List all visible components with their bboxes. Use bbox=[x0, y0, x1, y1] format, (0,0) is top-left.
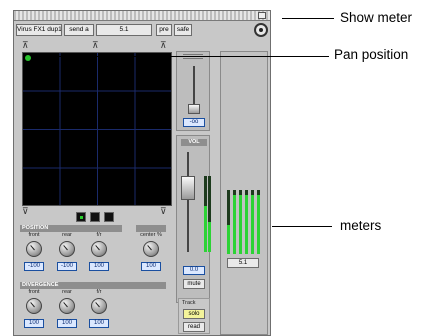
speaker-right-icon: ⊼ bbox=[160, 40, 167, 50]
divergence-rear-knob[interactable] bbox=[59, 298, 75, 314]
speaker-right-surround-icon: ⊽ bbox=[160, 206, 167, 216]
position-front-knob[interactable] bbox=[26, 241, 42, 257]
pan-output-window: Virus FX1 dup1 send a 5.1 pre safe ⊼ ⊼ ⊼… bbox=[13, 10, 271, 336]
output-meter-channel bbox=[233, 190, 236, 254]
output-meter-channel bbox=[251, 190, 254, 254]
track-panel: Track solo read bbox=[178, 298, 210, 334]
divergence-rear-label: rear bbox=[62, 289, 72, 295]
lfe-panel: -oo bbox=[176, 51, 210, 131]
divergence-front-label: front bbox=[28, 289, 40, 295]
vol-value[interactable]: 0.0 bbox=[183, 266, 205, 275]
divergence-fr-knob[interactable] bbox=[91, 298, 107, 314]
mute-button[interactable]: mute bbox=[183, 279, 205, 289]
track-label: Track bbox=[182, 300, 196, 306]
speaker-left-icon: ⊼ bbox=[22, 40, 29, 50]
center-percent-label: center % bbox=[140, 232, 162, 238]
position-fr-label: f/r bbox=[96, 232, 102, 238]
pre-button[interactable]: pre bbox=[156, 24, 172, 36]
safe-button[interactable]: safe bbox=[174, 24, 192, 36]
position-fr-knob[interactable] bbox=[91, 241, 107, 257]
divergence-front-knob[interactable] bbox=[26, 298, 42, 314]
vol-panel: VOL 0.0 mute bbox=[176, 135, 211, 303]
position-rear-value[interactable]: -100 bbox=[57, 262, 77, 271]
meters-callout-line bbox=[272, 226, 332, 227]
automation-read-button[interactable]: read bbox=[183, 322, 205, 332]
send-selector[interactable]: send a bbox=[64, 24, 94, 36]
output-meter-channel bbox=[227, 190, 230, 254]
show-meter-callout-line bbox=[282, 18, 334, 19]
divergence-front-value[interactable]: 100 bbox=[24, 319, 44, 328]
position-rear-knob[interactable] bbox=[59, 241, 75, 257]
lfe-fader-cap[interactable] bbox=[188, 104, 200, 114]
position-section-title: POSITION bbox=[20, 225, 122, 232]
output-meter-channel bbox=[257, 190, 260, 254]
window-toolbar: Virus FX1 dup1 send a 5.1 pre safe bbox=[16, 24, 268, 38]
solo-button[interactable]: solo bbox=[183, 309, 205, 319]
vol-fader-track bbox=[187, 152, 189, 252]
divergence-fr-label: f/r bbox=[96, 289, 102, 295]
center-percent-knob[interactable] bbox=[143, 241, 159, 257]
speaker-center-icon: ⊼ bbox=[92, 40, 99, 50]
pan-position-callout-line bbox=[37, 56, 329, 57]
position-front-label: front bbox=[28, 232, 40, 238]
divergence-rear-value[interactable]: 100 bbox=[57, 319, 77, 328]
center-percent-value[interactable]: 100 bbox=[141, 262, 161, 271]
pan-position-annotation: Pan position bbox=[334, 47, 409, 62]
position-front-value[interactable]: -100 bbox=[24, 262, 44, 271]
speaker-left-surround-icon: ⊽ bbox=[22, 206, 29, 216]
center-section-header bbox=[136, 225, 166, 232]
show-meter-toggle[interactable] bbox=[258, 12, 266, 19]
meters-annotation: meters bbox=[340, 218, 382, 233]
vol-label: VOL bbox=[181, 139, 207, 146]
output-meter-channel bbox=[245, 190, 248, 254]
output-meter-channel bbox=[239, 190, 242, 254]
link-icon[interactable] bbox=[104, 212, 114, 222]
vol-meter-right bbox=[208, 176, 211, 252]
bypass-power-icon[interactable] bbox=[254, 23, 268, 37]
show-meter-annotation: Show meter bbox=[340, 10, 413, 25]
pan-grid[interactable] bbox=[22, 52, 172, 206]
output-format-selector[interactable]: 5.1 bbox=[96, 24, 152, 36]
divergence-fr-value[interactable]: 100 bbox=[89, 319, 109, 328]
divergence-section-title: DIVERGENCE bbox=[20, 282, 166, 289]
divergence-view-icon[interactable] bbox=[90, 212, 100, 222]
vol-fader-cap[interactable] bbox=[181, 176, 195, 200]
track-name-selector[interactable]: Virus FX1 dup1 bbox=[16, 24, 62, 36]
vol-meter-left bbox=[204, 176, 207, 252]
meter-panel: 5.1 bbox=[220, 51, 268, 335]
position-fr-value[interactable]: 100 bbox=[89, 262, 109, 271]
pan-position-marker[interactable] bbox=[25, 55, 31, 61]
point-mode-icon[interactable] bbox=[76, 212, 86, 222]
meter-format-label: 5.1 bbox=[227, 258, 259, 268]
window-title-bar[interactable] bbox=[14, 11, 270, 21]
position-rear-label: rear bbox=[62, 232, 72, 238]
lfe-value[interactable]: -oo bbox=[183, 118, 205, 127]
